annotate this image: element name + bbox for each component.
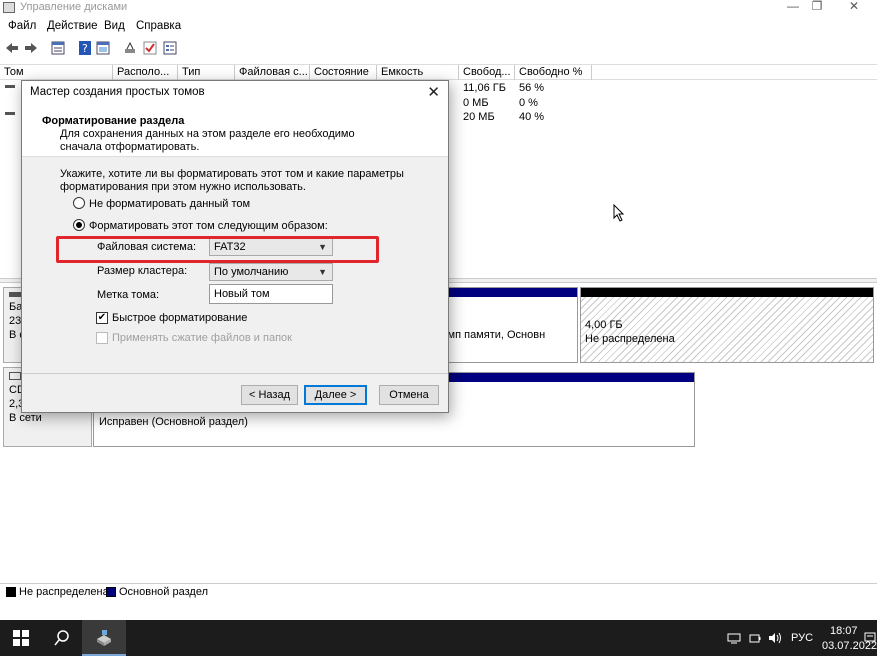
volume-icon[interactable] xyxy=(768,632,782,644)
dialog-header-description: Для сохранения данных на этом разделе ег… xyxy=(60,128,355,153)
legend-primary-swatch xyxy=(106,587,116,597)
svg-text:?: ? xyxy=(82,42,88,55)
legend-primary-label: Основной раздел xyxy=(119,586,208,598)
menu-file[interactable]: Файл xyxy=(8,20,36,32)
volume-label-label: Метка тома: xyxy=(97,289,160,301)
dialog-title: Мастер создания простых томов xyxy=(30,86,205,98)
column-header-volume[interactable]: Том xyxy=(0,65,113,80)
column-header-capacity[interactable]: Емкость xyxy=(377,65,459,80)
cdrom-icon xyxy=(9,372,21,380)
no-format-label[interactable]: Не форматировать данный том xyxy=(89,198,250,210)
back-button[interactable]: < Назад xyxy=(241,385,298,405)
format-radio[interactable] xyxy=(73,219,85,231)
partition-status-text: Исправен (Основной раздел) xyxy=(99,416,248,428)
column-header-status[interactable]: Состояние xyxy=(310,65,377,80)
disk-info-line: В сети xyxy=(9,412,42,424)
free-space-cell: 0 МБ xyxy=(463,97,489,109)
mouse-cursor-icon xyxy=(613,204,625,222)
legend-unallocated-label: Не распределена xyxy=(19,586,109,598)
notification-icon[interactable] xyxy=(864,632,876,644)
free-percent-cell: 0 % xyxy=(519,97,538,109)
toolbar: ? xyxy=(0,38,877,60)
menu-action[interactable]: Действие xyxy=(47,20,98,32)
quick-format-checkbox[interactable]: ✔ xyxy=(96,312,108,324)
no-format-radio[interactable] xyxy=(73,197,85,209)
disk-icon xyxy=(9,292,21,297)
legend-unallocated-swatch xyxy=(6,587,16,597)
close-button[interactable]: ✕ xyxy=(831,0,877,14)
dialog-separator xyxy=(22,373,448,374)
volume-list-header: Том Располо... Тип Файловая с... Состоян… xyxy=(0,64,877,80)
column-header-type[interactable]: Тип xyxy=(178,65,235,80)
column-header-location[interactable]: Располо... xyxy=(113,65,178,80)
free-percent-cell: 56 % xyxy=(519,82,545,94)
partition-primary-bar xyxy=(431,288,577,297)
menu-view[interactable]: Вид xyxy=(104,20,125,32)
format-label[interactable]: Форматировать этот том следующим образом… xyxy=(89,220,328,232)
next-button[interactable]: Далее > xyxy=(304,385,367,405)
disk-management-app-icon xyxy=(3,2,15,13)
free-space-cell: 11,06 ГБ xyxy=(463,82,506,94)
menu-bar: Файл Действие Вид Справка xyxy=(0,18,877,36)
unallocated-size: 4,00 ГБ xyxy=(585,319,623,331)
quick-format-label[interactable]: Быстрое форматирование xyxy=(112,312,247,324)
free-space-cell: 20 МБ xyxy=(463,111,495,123)
windows-start-icon[interactable] xyxy=(13,630,29,646)
partition-primary[interactable]: дамп памяти, Основн xyxy=(430,287,578,363)
cluster-size-value: По умолчанию xyxy=(214,266,289,278)
cluster-size-label: Размер кластера: xyxy=(97,265,188,277)
disk-management-taskbar-icon xyxy=(97,630,111,646)
search-icon[interactable] xyxy=(54,630,70,646)
column-header-free-percent[interactable]: Свободно % xyxy=(515,65,592,80)
highlight-annotation xyxy=(56,236,379,263)
new-simple-volume-wizard: Мастер создания простых томов ✕ Форматир… xyxy=(21,80,449,413)
dialog-close-button[interactable]: ✕ xyxy=(427,83,440,101)
partition-status-text: дамп памяти, Основн xyxy=(435,329,546,341)
console-pane-icon[interactable] xyxy=(95,40,111,56)
unallocated-label: Не распределена xyxy=(585,333,675,345)
taskbar-app-disk-management[interactable] xyxy=(82,620,126,656)
language-indicator[interactable]: РУС xyxy=(791,632,813,644)
forward-arrow-icon[interactable] xyxy=(23,40,39,56)
format-instruction: Укажите, хотите ли вы форматировать этот… xyxy=(60,168,404,193)
partition-unallocated-bar xyxy=(581,288,873,297)
dialog-header: Форматирование раздела Для сохранения да… xyxy=(22,103,448,157)
partition-unallocated[interactable]: 4,00 ГБ Не распределена xyxy=(580,287,874,363)
check-icon[interactable] xyxy=(142,40,158,56)
volume-label-input[interactable]: Новый том xyxy=(209,284,333,304)
menu-help[interactable]: Справка xyxy=(136,20,181,32)
taskbar: РУС 18:07 03.07.2022 xyxy=(0,620,877,656)
clock-time[interactable]: 18:07 xyxy=(830,625,858,637)
compression-label: Применять сжатие файлов и папок xyxy=(112,332,292,344)
compression-checkbox xyxy=(96,332,108,344)
battery-icon[interactable] xyxy=(749,633,761,644)
dialog-header-title: Форматирование раздела xyxy=(42,115,185,127)
properties-list-icon[interactable] xyxy=(50,40,66,56)
help-icon[interactable]: ? xyxy=(77,40,93,56)
connect-disk-icon[interactable] xyxy=(122,40,138,56)
chevron-down-icon: ▼ xyxy=(318,267,327,277)
volume-drive-icon xyxy=(5,85,15,88)
cancel-button[interactable]: Отмена xyxy=(379,385,439,405)
settings-list-icon[interactable] xyxy=(162,40,178,56)
app-titlebar: Управление дисками — ❐ ✕ xyxy=(0,0,877,16)
legend: Не распределена Основной раздел xyxy=(0,583,877,599)
dialog-titlebar: Мастер создания простых томов ✕ xyxy=(22,81,448,103)
network-icon[interactable] xyxy=(727,633,741,644)
back-arrow-icon[interactable] xyxy=(4,40,20,56)
free-percent-cell: 40 % xyxy=(519,111,545,123)
cluster-size-select[interactable]: По умолчанию ▼ xyxy=(209,263,333,281)
column-header-free[interactable]: Свобод... xyxy=(459,65,515,80)
window-title: Управление дисками xyxy=(20,1,128,13)
column-header-filesystem[interactable]: Файловая с... xyxy=(235,65,310,80)
volume-drive-icon xyxy=(5,112,15,115)
